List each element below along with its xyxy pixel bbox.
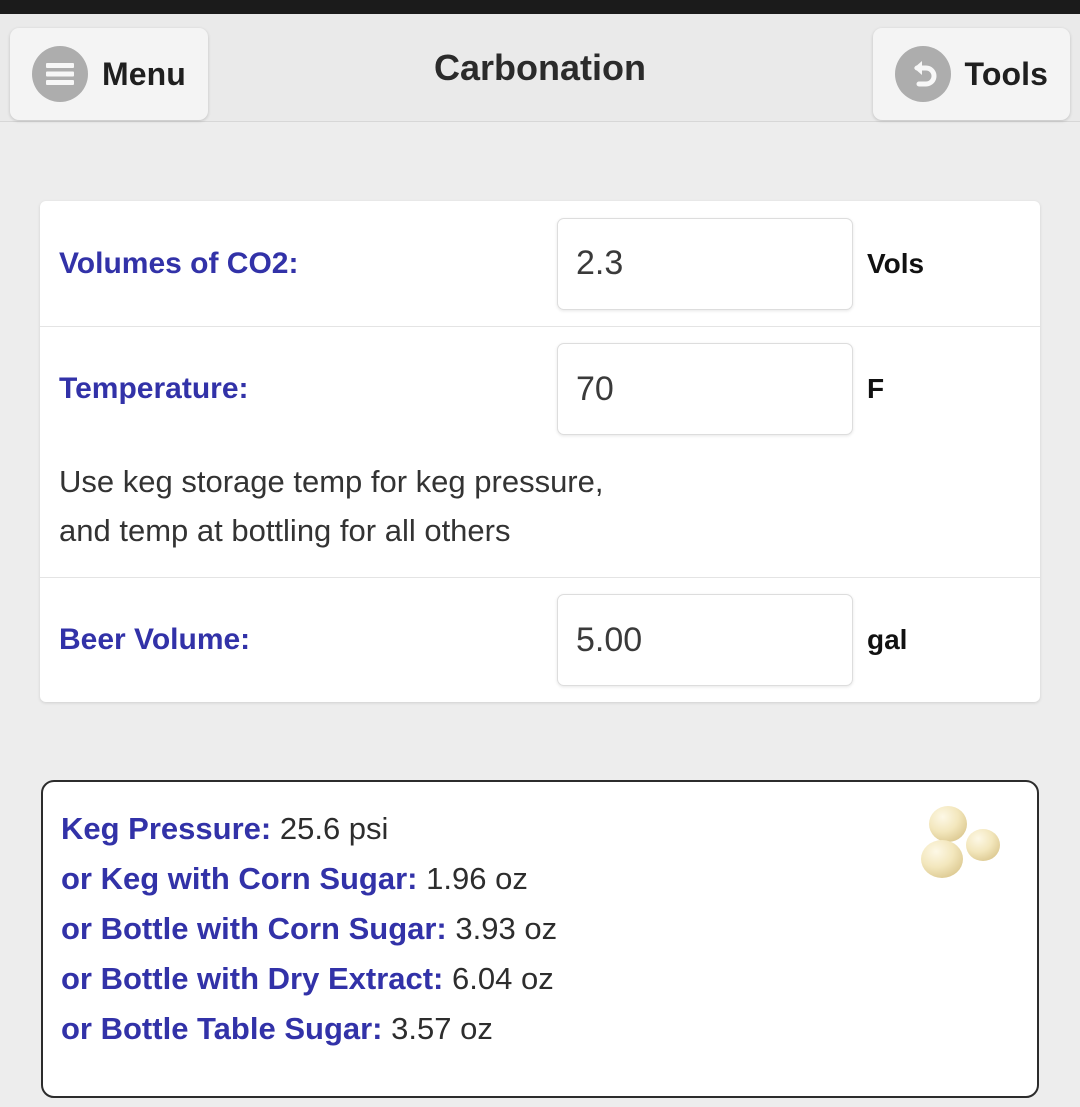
volumes-of-co2-unit: Vols xyxy=(867,247,925,279)
result-line-bottle-corn-sugar: or Bottle with Corn Sugar: 3.93 oz xyxy=(61,904,1017,954)
carbonation-input-card: Volumes of CO2: Vols Temperature: F Use … xyxy=(40,201,1040,702)
main-content: Volumes of CO2: Vols Temperature: F Use … xyxy=(0,201,1080,1098)
volumes-of-co2-label: Volumes of CO2: xyxy=(59,246,299,280)
menu-button[interactable]: Menu xyxy=(10,28,208,120)
result-value: 3.57 oz xyxy=(391,1011,493,1046)
beer-volume-input[interactable] xyxy=(557,594,853,686)
result-value: 6.04 oz xyxy=(452,961,554,996)
temperature-input[interactable] xyxy=(557,343,853,435)
sugar-grains-icon xyxy=(921,806,1000,878)
result-value: 25.6 psi xyxy=(279,811,389,846)
result-label: or Bottle with Corn Sugar: xyxy=(61,911,447,946)
beer-volume-label: Beer Volume: xyxy=(59,623,251,656)
volumes-of-co2-input[interactable] xyxy=(557,217,853,310)
tools-button-label: Tools xyxy=(964,55,1048,92)
field-row-volumes-of-co2: Volumes of CO2: Vols xyxy=(40,201,1040,326)
temperature-unit: F xyxy=(867,373,885,404)
result-line-bottle-table-sugar: or Bottle Table Sugar: 3.57 oz xyxy=(61,1004,1017,1054)
result-label: or Bottle with Dry Extract: xyxy=(61,961,444,996)
temperature-helper-row: Use keg storage temp for keg pressure, a… xyxy=(40,451,1040,577)
result-label: or Keg with Corn Sugar: xyxy=(61,861,418,896)
tools-button[interactable]: Tools xyxy=(872,28,1070,120)
menu-button-label: Menu xyxy=(102,55,186,92)
temperature-label: Temperature: xyxy=(59,372,249,405)
hamburger-menu-icon xyxy=(32,46,88,102)
result-value: 1.96 oz xyxy=(426,861,528,896)
app-header: Menu Carbonation Tools xyxy=(0,14,1080,122)
beer-volume-unit: gal xyxy=(867,624,908,655)
result-line-keg-corn-sugar: or Keg with Corn Sugar: 1.96 oz xyxy=(61,854,1017,904)
temperature-helper-text: Use keg storage temp for keg pressure, a… xyxy=(59,464,604,548)
result-line-bottle-dry-extract: or Bottle with Dry Extract: 6.04 oz xyxy=(61,954,1017,1004)
result-line-keg-pressure: Keg Pressure: 25.6 psi xyxy=(61,804,1017,854)
result-label: or Bottle Table Sugar: xyxy=(61,1011,383,1046)
field-row-beer-volume: Beer Volume: gal xyxy=(40,577,1040,702)
result-label: Keg Pressure: xyxy=(61,811,272,846)
results-panel: Keg Pressure: 25.6 psi or Keg with Corn … xyxy=(41,780,1039,1098)
status-bar-strip xyxy=(0,0,1080,14)
undo-arrow-icon xyxy=(894,46,951,102)
result-value: 3.93 oz xyxy=(455,911,558,946)
field-row-temperature: Temperature: F xyxy=(40,326,1040,451)
